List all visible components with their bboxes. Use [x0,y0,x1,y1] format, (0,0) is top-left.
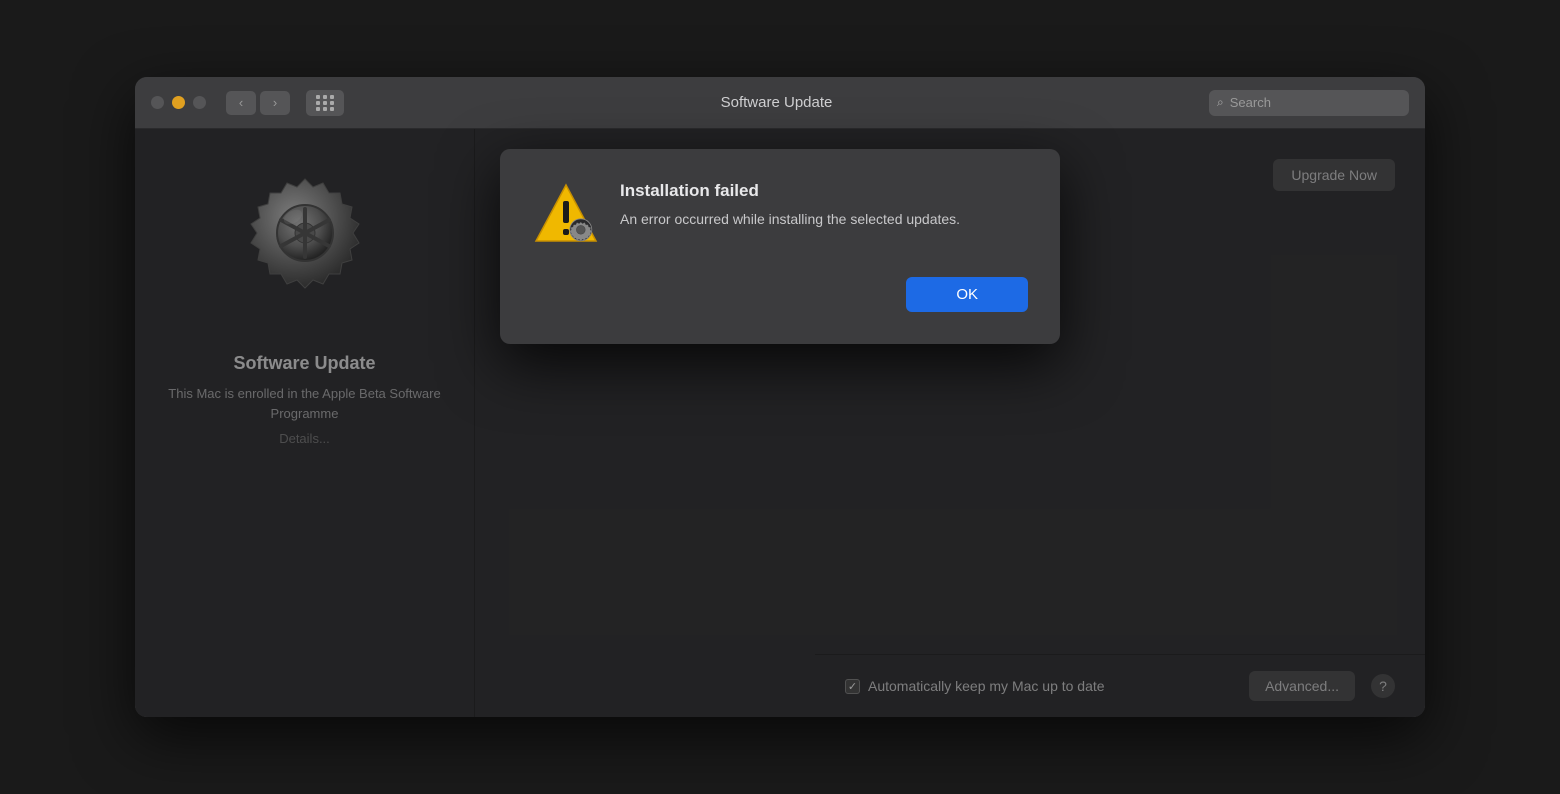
forward-button[interactable]: › [260,91,290,115]
search-bar[interactable]: ⌕ Search [1209,90,1409,116]
titlebar: ‹ › Software Update ⌕ Search [135,77,1425,129]
modal-text: Installation failed An error occurred wh… [620,181,1028,230]
installation-failed-dialog: Installation failed An error occurred wh… [500,149,1060,344]
grid-icon [316,95,335,111]
modal-body: An error occurred while installing the s… [620,209,1028,230]
modal-overlay: Installation failed An error occurred wh… [135,129,1425,717]
nav-buttons: ‹ › [226,91,290,115]
modal-header: Installation failed An error occurred wh… [532,181,1028,249]
warning-icon [532,181,600,249]
ok-button[interactable]: OK [906,277,1028,312]
modal-title: Installation failed [620,181,1028,201]
minimize-button[interactable] [172,96,185,109]
back-button[interactable]: ‹ [226,91,256,115]
maximize-button[interactable] [193,96,206,109]
window-title: Software Update [356,94,1197,111]
close-button[interactable] [151,96,164,109]
search-placeholder: Search [1230,95,1271,110]
search-icon: ⌕ [1217,95,1224,110]
modal-footer: OK [532,277,1028,312]
main-content: Software Update This Mac is enrolled in … [135,129,1425,717]
main-window: ‹ › Software Update ⌕ Search [135,77,1425,717]
grid-view-button[interactable] [306,90,344,116]
traffic-lights [151,96,206,109]
forward-icon: › [273,95,277,110]
warning-triangle-svg [532,181,600,249]
back-icon: ‹ [239,95,243,110]
